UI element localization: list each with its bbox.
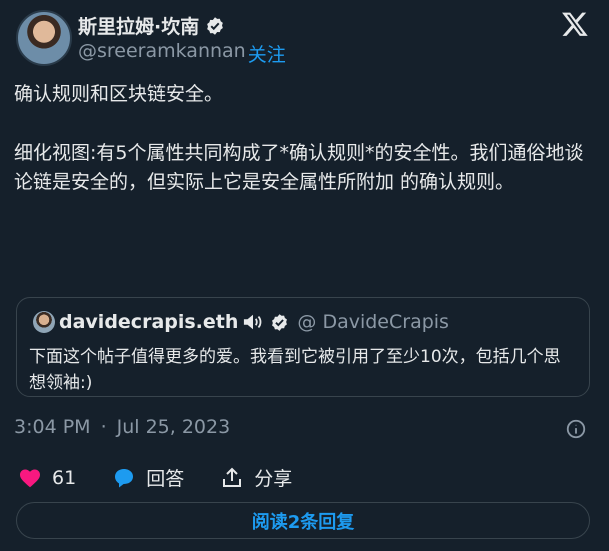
timestamp-separator: ·: [100, 416, 107, 438]
tweet-text: 确认规则和区块链安全。 细化视图:有5个属性共同构成了*确认规则*的安全性。我们…: [14, 80, 594, 197]
tweet-actions: 61 回答 分享: [18, 464, 328, 491]
share-icon: [223, 467, 242, 487]
verified-badge-icon: [272, 313, 288, 331]
reply-label: 回答: [146, 468, 185, 490]
tweet-paragraph: 确认规则和区块链安全。: [14, 83, 224, 105]
tweet-timestamp[interactable]: 3:04 PM · Jul 25, 2023: [14, 416, 230, 438]
read-replies-button[interactable]: 阅读2条回复: [16, 502, 590, 539]
follow-button[interactable]: 关注: [248, 40, 286, 67]
tweet-card: 斯里拉姆·坎南 @sreeramkannan 关注 确认规则和区块链安全。 细化…: [0, 0, 609, 551]
author-name-row: 斯里拉姆·坎南: [78, 12, 225, 39]
like-button[interactable]: 61: [18, 466, 76, 490]
speaker-icon: [244, 314, 262, 330]
share-label: 分享: [254, 468, 293, 490]
quoted-author-name: davidecrapis.eth: [59, 311, 239, 333]
author-handle-row: @sreeramkannan 关注: [78, 40, 286, 67]
quoted-tweet[interactable]: davidecrapis.eth @ DavideCrapis 下面这个帖子值得…: [16, 297, 590, 397]
tweet-date: Jul 25, 2023: [116, 416, 231, 438]
like-count: 61: [52, 466, 77, 489]
x-logo-icon[interactable]: [561, 10, 589, 38]
quoted-author-handle: @ DavideCrapis: [297, 311, 449, 333]
quoted-author-avatar: [33, 311, 55, 333]
author-display-name[interactable]: 斯里拉姆·坎南: [78, 12, 199, 39]
quoted-tweet-text: 下面这个帖子值得更多的爱。我看到它被引用了至少10次，包括几个思想领袖:): [29, 347, 561, 393]
author-avatar[interactable]: [16, 10, 72, 66]
info-icon[interactable]: [565, 418, 587, 440]
share-button[interactable]: 分享: [220, 464, 292, 491]
quoted-tweet-header: davidecrapis.eth @ DavideCrapis: [33, 311, 449, 333]
verified-badge-icon: [207, 16, 224, 35]
tweet-time: 3:04 PM: [14, 416, 91, 438]
heart-icon: [20, 469, 40, 487]
tweet-paragraph: 细化视图:有5个属性共同构成了*确认规则*的安全性。我们通俗地谈论链是安全的，但…: [14, 142, 584, 193]
reply-bubble-icon: [115, 468, 134, 487]
author-handle[interactable]: @sreeramkannan: [78, 40, 246, 67]
reply-button[interactable]: 回答: [112, 464, 184, 491]
